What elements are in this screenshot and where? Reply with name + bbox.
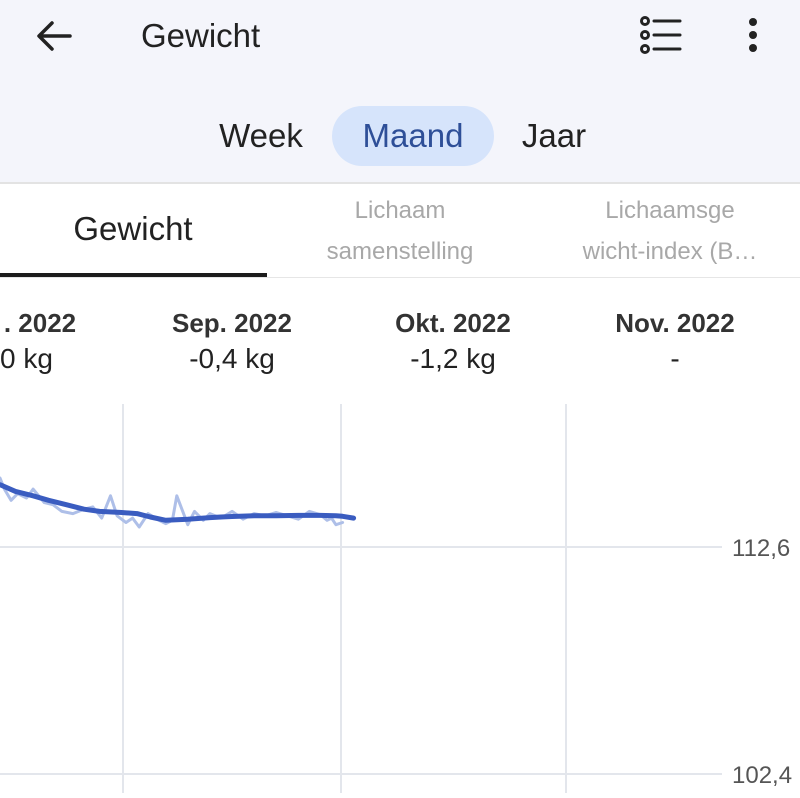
tab-maand[interactable]: Maand (332, 106, 494, 166)
month-label: Nov. 2022 (615, 308, 735, 338)
more-vertical-icon[interactable] (738, 16, 768, 56)
tab-bmi[interactable]: Lichaamsge wicht-index (B… (540, 190, 800, 272)
tab-label-line2: samenstelling (326, 238, 474, 265)
month-delta: - (670, 343, 680, 374)
month-label: . 2022 (3, 308, 77, 338)
month-delta: -0,4 kg (189, 343, 275, 374)
page-title: Gewicht (141, 17, 261, 54)
month-summary[interactable]: Okt. 2022 -1,2 kg (363, 306, 543, 378)
month-summary[interactable]: . 2022 0 kg (0, 306, 120, 378)
period-tabs: Week Maand Jaar (0, 106, 800, 166)
tab-week[interactable]: Week (205, 106, 317, 166)
tab-label-line1: Lichaam (354, 197, 446, 224)
month-delta: 0 kg (0, 343, 53, 374)
tab-label-line2: wicht-index (B… (582, 238, 758, 265)
weight-chart[interactable]: 112,6 102,4 (0, 400, 800, 793)
month-summary[interactable]: Sep. 2022 -0,4 kg (142, 306, 322, 378)
month-label: Okt. 2022 (395, 308, 511, 338)
chart-svg: 112,6 102,4 (0, 404, 792, 793)
tab-lichaamsamenstelling[interactable]: Lichaam samenstelling (290, 190, 510, 272)
y-tick-label: 112,6 (732, 535, 790, 562)
tab-label-line1: Lichaamsge (605, 197, 735, 224)
divider (0, 182, 800, 184)
month-label: Sep. 2022 (172, 308, 292, 338)
arrow-left-icon[interactable] (32, 18, 76, 54)
tab-jaar[interactable]: Jaar (505, 106, 603, 166)
list-icon[interactable] (636, 14, 684, 58)
divider (0, 277, 800, 278)
month-summary[interactable]: Nov. 2022 - (585, 306, 765, 378)
tab-gewicht[interactable]: Gewicht (0, 210, 266, 248)
month-delta: -1,2 kg (410, 343, 496, 374)
y-tick-label: 102,4 (732, 762, 792, 789)
